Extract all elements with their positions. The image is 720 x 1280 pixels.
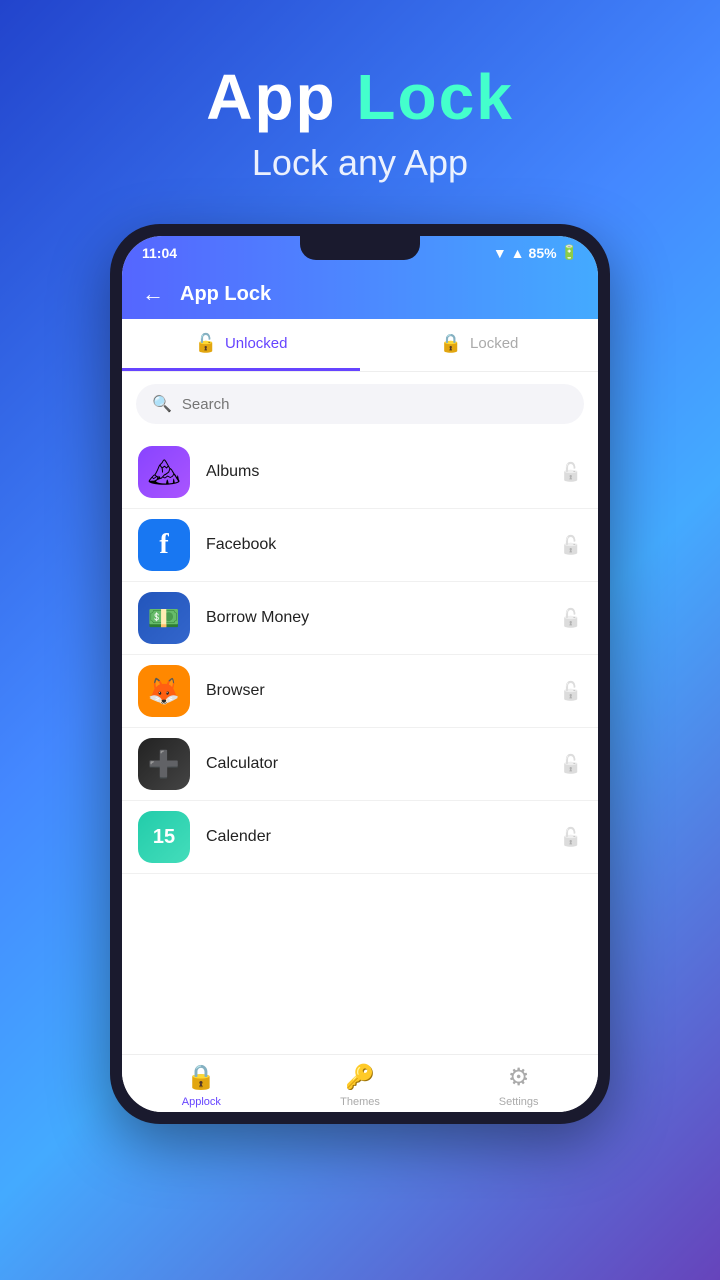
settings-nav-label: Settings (499, 1096, 539, 1108)
app-name: Facebook (206, 536, 560, 554)
app-header-title: App Lock (180, 283, 271, 306)
wifi-icon: ▼ (493, 245, 507, 261)
search-input[interactable] (182, 396, 568, 413)
app-icon: 💵 (138, 592, 190, 644)
status-time: 11:04 (142, 245, 177, 261)
list-item[interactable]: 15 Calender🔓 (122, 801, 598, 874)
locked-tab-label: Locked (470, 335, 518, 352)
phone-frame: 11:04 ▼ ▲ 85% 🔋 ← App Lock 🔓 Unlocked 🔒 … (110, 224, 610, 1124)
app-icon: f (138, 519, 190, 571)
settings-nav-icon: ⚙ (508, 1063, 530, 1092)
back-button[interactable]: ← (142, 281, 164, 307)
nav-themes[interactable]: 🔑 Themes (281, 1063, 440, 1108)
app-name: Borrow Money (206, 609, 560, 627)
app-list: 🏔Albums🔓fFacebook🔓💵Borrow Money🔓🦊Browser… (122, 436, 598, 1054)
app-name: Calender (206, 828, 560, 846)
nav-settings[interactable]: ⚙ Settings (439, 1063, 598, 1108)
list-item[interactable]: 🦊 Browser🔓 (122, 655, 598, 728)
lock-icon[interactable]: 🔓 (560, 608, 582, 629)
lock-icon[interactable]: 🔓 (560, 462, 582, 483)
signal-icon: ▲ (511, 245, 525, 261)
locked-tab-icon: 🔒 (440, 333, 462, 354)
hero-title-part1: App (206, 61, 356, 133)
status-icons: ▼ ▲ 85% 🔋 (493, 244, 578, 261)
lock-icon[interactable]: 🔓 (560, 535, 582, 556)
lock-icon[interactable]: 🔓 (560, 754, 582, 775)
app-name: Albums (206, 463, 560, 481)
lock-icon[interactable]: 🔓 (560, 681, 582, 702)
phone-notch (300, 236, 420, 260)
battery-level: 85% (529, 245, 557, 261)
app-name: Calculator (206, 755, 560, 773)
applock-nav-label: Applock (182, 1096, 221, 1108)
bottom-nav: 🔒 Applock 🔑 Themes ⚙ Settings (122, 1054, 598, 1112)
app-icon: 🏔 (138, 446, 190, 498)
list-item[interactable]: f Facebook🔓 (122, 509, 598, 582)
app-icon: 🦊 (138, 665, 190, 717)
tab-unlocked[interactable]: 🔓 Unlocked (122, 319, 360, 371)
app-name: Browser (206, 682, 560, 700)
unlocked-tab-label: Unlocked (225, 335, 288, 352)
tab-locked[interactable]: 🔒 Locked (360, 319, 598, 371)
hero-title-part2: Lock (356, 61, 513, 133)
list-item[interactable]: 💵 Borrow Money🔓 (122, 582, 598, 655)
battery-icon: 🔋 (561, 244, 578, 261)
nav-applock[interactable]: 🔒 Applock (122, 1063, 281, 1108)
tabs-section: 🔓 Unlocked 🔒 Locked (122, 319, 598, 372)
list-item[interactable]: 🏔 Albums🔓 (122, 436, 598, 509)
hero-title: App Lock (0, 60, 720, 134)
app-icon: ➕ (138, 738, 190, 790)
unlocked-tab-icon: 🔓 (195, 333, 217, 354)
app-icon: 15 (138, 811, 190, 863)
lock-icon[interactable]: 🔓 (560, 827, 582, 848)
themes-nav-label: Themes (340, 1096, 380, 1108)
hero-section: App Lock Lock any App (0, 0, 720, 214)
themes-nav-icon: 🔑 (345, 1063, 375, 1092)
search-icon: 🔍 (152, 394, 172, 414)
hero-subtitle: Lock any App (0, 142, 720, 184)
list-item[interactable]: ➕ Calculator🔓 (122, 728, 598, 801)
applock-nav-icon: 🔒 (186, 1063, 216, 1092)
app-header: ← App Lock (122, 269, 598, 319)
phone-screen: 11:04 ▼ ▲ 85% 🔋 ← App Lock 🔓 Unlocked 🔒 … (122, 236, 598, 1112)
search-bar: 🔍 (136, 384, 584, 424)
